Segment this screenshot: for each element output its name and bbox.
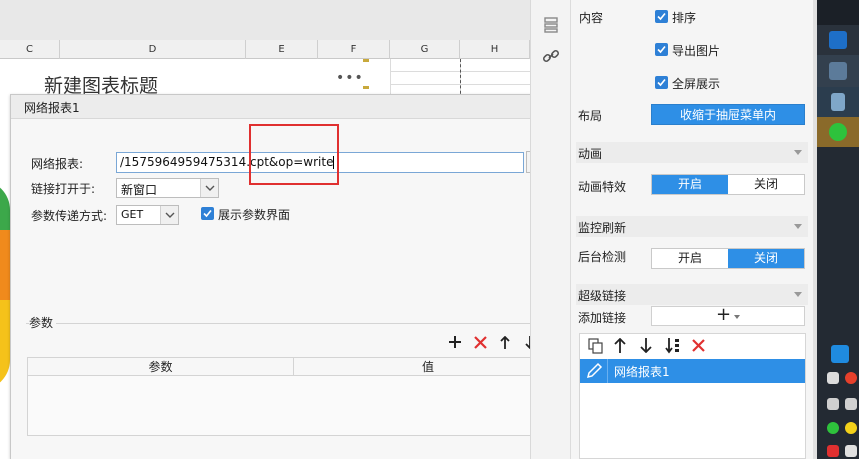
show-params-label: 展示参数界面 (218, 208, 291, 222)
animation-section-title: 动画 (578, 147, 603, 161)
taskbar (817, 0, 859, 459)
param-method-dropdown[interactable]: GET (116, 205, 179, 225)
background-check-toggle: 开启 关闭 (651, 248, 805, 269)
hyperlink-item-label: 网络报表1 (614, 365, 670, 379)
copy-icon[interactable] (588, 338, 604, 357)
hyperlink-section-title: 超级链接 (578, 289, 627, 303)
params-table-header: 参数 值 (28, 358, 562, 376)
notes-icon[interactable] (831, 93, 845, 111)
chevron-down-icon[interactable] (160, 206, 178, 224)
column-header-d[interactable]: D (60, 40, 246, 59)
tray-icon[interactable] (827, 372, 839, 384)
more-options-icon[interactable]: ••• (336, 70, 364, 86)
link-icon[interactable] (542, 47, 560, 65)
delete-icon[interactable] (692, 339, 705, 355)
collapse-icon[interactable] (794, 150, 802, 155)
layout-label: 布局 (578, 109, 603, 123)
chart-slice-orange (0, 230, 10, 300)
qq-icon[interactable] (831, 345, 849, 363)
param-method-label: 参数传递方式: (31, 209, 108, 223)
collapse-icon[interactable] (794, 292, 802, 297)
chevron-down-icon (734, 315, 740, 319)
tray-icon[interactable] (845, 398, 857, 410)
export-image-checkbox[interactable] (655, 43, 668, 56)
hyperlink-section-header[interactable]: 超级链接 (576, 284, 808, 305)
sort-label: 排序 (672, 11, 697, 25)
monitor-section-title: 监控刷新 (578, 221, 627, 235)
page-break-line (460, 59, 461, 99)
delete-icon[interactable] (472, 334, 488, 350)
taskbar-tile (817, 117, 859, 147)
params-table: 参数 值 (27, 357, 563, 436)
animation-section-header[interactable]: 动画 (576, 142, 808, 163)
sort-checkbox[interactable] (655, 10, 668, 23)
content-label: 内容 (579, 11, 604, 25)
tray-icon[interactable] (827, 422, 839, 434)
hyperlink-list: 网络报表1 (579, 333, 806, 459)
params-legend: 参数 (29, 314, 57, 331)
collapse-icon[interactable] (794, 224, 802, 229)
fullscreen-checkbox[interactable] (655, 76, 668, 89)
sheet-top-band (0, 0, 530, 40)
animation-effect-label: 动画特效 (578, 180, 627, 194)
column-header-row: C D E F G H (0, 40, 530, 59)
background-check-off-option[interactable]: 关闭 (728, 249, 804, 268)
move-up-icon[interactable] (614, 337, 626, 356)
column-header-e[interactable]: E (246, 40, 318, 59)
column-header-f[interactable]: F (318, 40, 390, 59)
show-params-checkbox[interactable] (201, 207, 214, 220)
export-image-label: 导出图片 (672, 44, 721, 58)
outlook-icon[interactable] (829, 31, 847, 49)
add-link-label: 添加链接 (578, 311, 627, 325)
dialog-titlebar[interactable]: 网络报表1 (11, 95, 571, 119)
fullscreen-label: 全屏展示 (672, 77, 721, 91)
taskbar-tile (817, 55, 859, 87)
move-up-icon[interactable] (497, 334, 513, 350)
highlight-box (249, 124, 339, 185)
sort-order-icon[interactable] (665, 337, 681, 357)
add-link-button[interactable]: + (651, 304, 805, 326)
add-icon[interactable] (447, 334, 463, 350)
tray-icon[interactable] (845, 422, 857, 434)
column-header-g[interactable]: G (390, 40, 460, 59)
url-label: 网络报表: (31, 157, 84, 171)
tray-icon[interactable] (827, 445, 839, 457)
column-header-h[interactable]: H (460, 40, 530, 59)
animation-toggle: 开启 关闭 (651, 174, 805, 195)
cell-marker (363, 86, 369, 89)
background-check-label: 后台检测 (578, 250, 627, 264)
animation-on-option[interactable]: 开启 (652, 175, 728, 194)
layout-drawer-button[interactable]: 收缩于抽屉菜单内 (651, 104, 805, 125)
chart-slice-green (0, 180, 10, 230)
background-check-on-option[interactable]: 开启 (652, 249, 728, 268)
tray-icon[interactable] (845, 445, 857, 457)
wechat-icon[interactable] (829, 123, 847, 141)
dialog-title: 网络报表1 (24, 101, 80, 115)
tray-icon[interactable] (827, 398, 839, 410)
add-icon: + (716, 304, 732, 325)
animation-off-option[interactable]: 关闭 (728, 175, 804, 194)
cell-marker (363, 59, 369, 62)
chart-slice-yellow (0, 300, 10, 390)
monitor-section-header[interactable]: 监控刷新 (576, 216, 808, 237)
edit-icon[interactable] (580, 359, 608, 383)
hyperlink-item[interactable]: 网络报表1 (580, 359, 805, 383)
params-column-name: 参数 (28, 358, 294, 376)
tray-icon[interactable] (845, 372, 857, 384)
taskbar-tile (817, 0, 859, 25)
taskbar-tile (817, 25, 859, 55)
open-in-dropdown[interactable]: 新窗口 (116, 178, 219, 198)
open-in-label: 链接打开于: (31, 182, 96, 196)
param-method-value: GET (121, 208, 144, 221)
chevron-down-icon[interactable] (200, 179, 218, 197)
move-down-icon[interactable] (640, 338, 652, 356)
taskbar-tile (817, 87, 859, 117)
open-in-value: 新窗口 (121, 183, 158, 197)
app-icon[interactable] (829, 62, 847, 80)
params-column-value: 值 (421, 360, 434, 374)
side-toolbar (530, 0, 570, 459)
column-header-c[interactable]: C (0, 40, 60, 59)
layer-icon[interactable] (542, 16, 560, 34)
